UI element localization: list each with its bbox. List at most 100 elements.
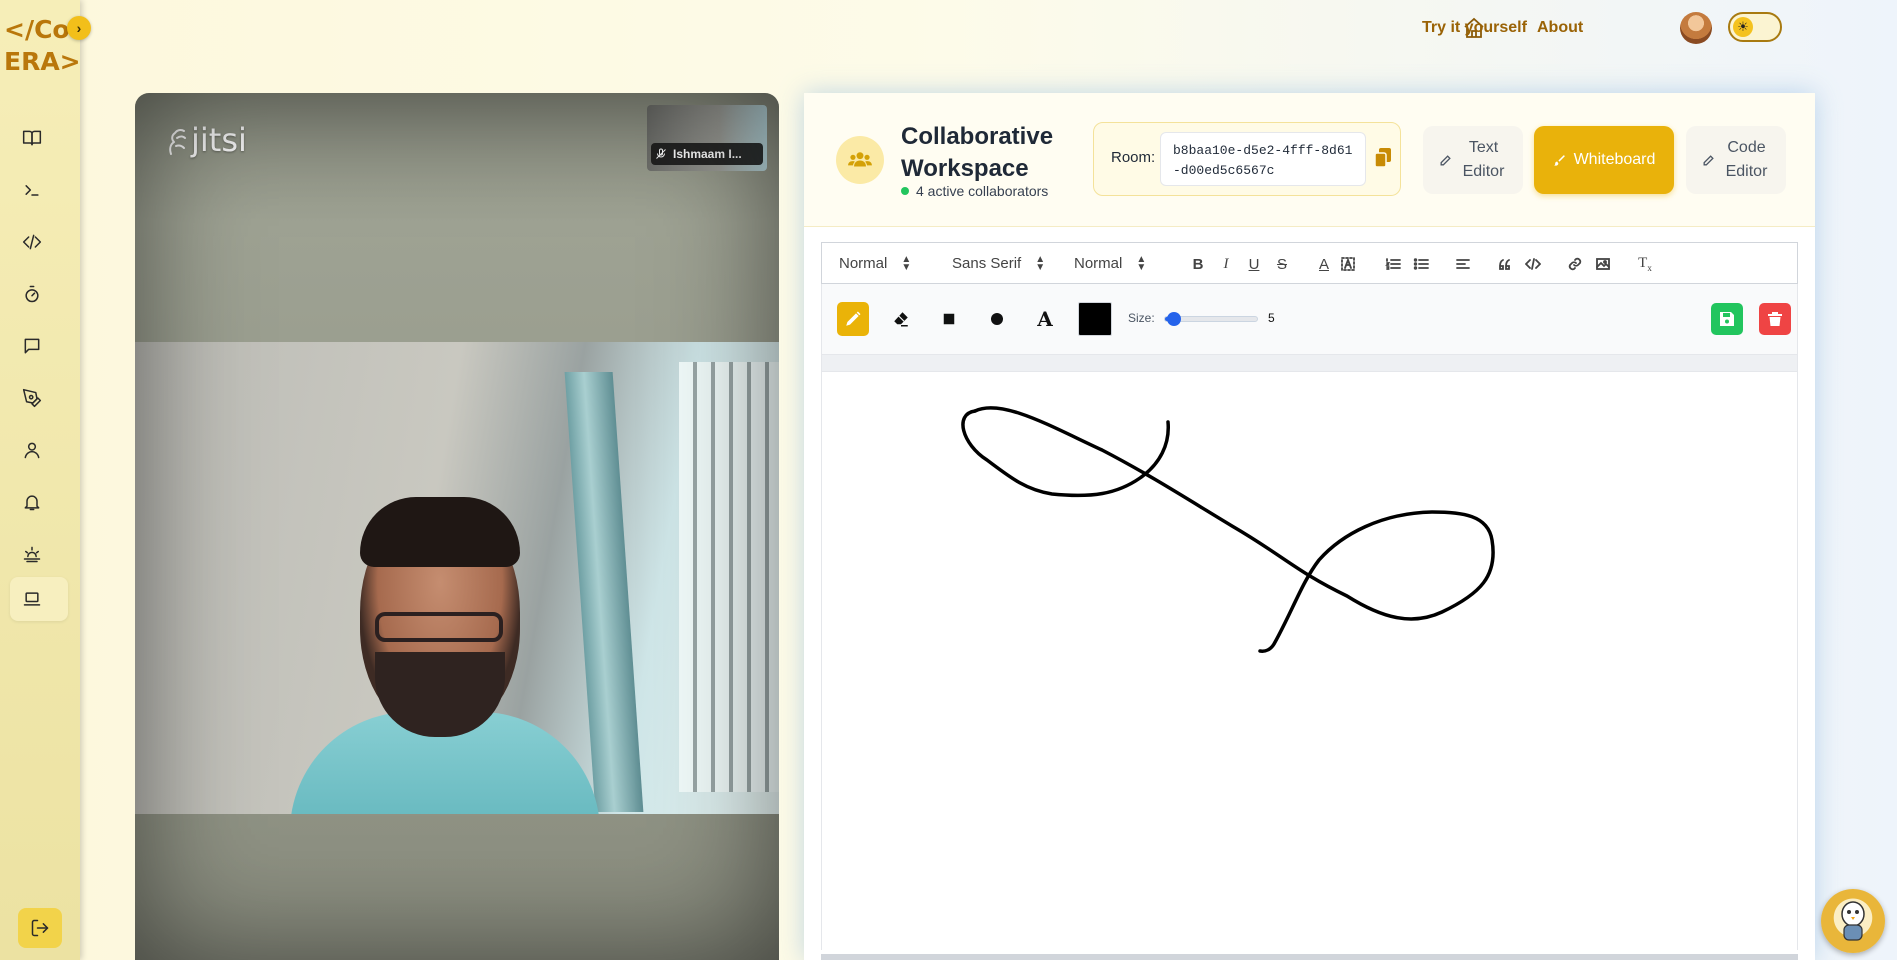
assistant-bot-button[interactable] — [1821, 889, 1885, 953]
bullet-list-icon — [1413, 258, 1429, 270]
chevron-right-icon: › — [76, 20, 82, 36]
save-board-button[interactable] — [1711, 303, 1743, 335]
link-button[interactable] — [1564, 253, 1586, 275]
editor-toolbar: Normal ▲ ▼ Sans Serif ▲ ▼ Normal ▲ ▼ B I U … — [821, 242, 1798, 284]
align-button[interactable] — [1452, 253, 1474, 275]
user-avatar[interactable] — [1680, 12, 1712, 44]
collaborator-count-text: 4 active collaborators — [916, 183, 1049, 199]
logout-button[interactable] — [18, 908, 62, 948]
rectangle-tool-button[interactable] — [933, 302, 965, 336]
sidebar-item-chat[interactable] — [10, 324, 68, 368]
video-call-panel: jitsi Ishmaam I... — [135, 93, 779, 960]
underline-icon: U — [1248, 255, 1260, 273]
room-box: Room: b8baa10e-d5e2-4fff-8d61-d00ed5c656… — [1093, 122, 1401, 196]
sidebar-item-draw[interactable] — [10, 376, 68, 420]
pencil-tool-button[interactable] — [837, 302, 869, 336]
slider-thumb[interactable] — [1167, 312, 1182, 326]
bold-icon: B — [1192, 255, 1204, 273]
blockquote-button[interactable] — [1494, 253, 1516, 275]
logo-line-2: ERA> — [4, 47, 78, 76]
clear-format-icon: Tx — [1638, 255, 1652, 273]
copy-icon — [1374, 148, 1391, 168]
sidebar-item-terminal[interactable] — [10, 168, 68, 212]
header-select[interactable]: Normal ▲ ▼ — [839, 253, 912, 273]
strike-icon: S — [1276, 255, 1287, 273]
pen-tool-icon — [22, 388, 42, 408]
header-select-value: Normal — [839, 255, 888, 272]
sidebar-item-daily[interactable] — [10, 532, 68, 576]
text-tool-button[interactable]: A — [1029, 302, 1061, 336]
select-arrows-icon: ▲ ▼ — [901, 253, 912, 273]
trash-icon — [1768, 312, 1782, 326]
canvas-scrollbar[interactable] — [821, 954, 1798, 960]
whiteboard-canvas[interactable] — [821, 372, 1798, 950]
font-select[interactable]: Sans Serif ▲ ▼ — [952, 253, 1046, 273]
clear-format-button[interactable]: Tx — [1634, 253, 1656, 275]
brush-size-slider[interactable] — [1164, 312, 1258, 326]
align-left-icon — [1456, 259, 1470, 269]
bullet-list-button[interactable] — [1410, 253, 1432, 275]
underline-button[interactable]: U — [1243, 253, 1265, 275]
size-select-value: Normal — [1074, 255, 1123, 272]
code-block-button[interactable] — [1522, 253, 1544, 275]
workspace-header: Collaborative Workspace 4 active collabo… — [804, 93, 1815, 227]
link-icon — [1568, 257, 1582, 271]
theme-toggle[interactable]: ☀ — [1728, 12, 1782, 42]
strike-button[interactable]: S — [1271, 253, 1293, 275]
whiteboard-button[interactable]: Whiteboard — [1534, 126, 1674, 194]
sidebar-item-workspace[interactable] — [10, 577, 68, 621]
whiteboard-label: Whiteboard — [1573, 151, 1656, 168]
select-arrows-icon: ▲ ▼ — [1136, 253, 1147, 273]
workspace-title: Collaborative Workspace — [901, 123, 1054, 182]
sidebar-item-code[interactable] — [10, 220, 68, 264]
copy-room-button[interactable] — [1374, 148, 1394, 168]
nav-link-try-it-yourself[interactable]: Try it yourself — [1422, 19, 1527, 37]
font-select-value: Sans Serif — [952, 255, 1022, 272]
italic-button[interactable]: I — [1215, 253, 1237, 275]
bold-button[interactable]: B — [1187, 253, 1209, 275]
select-arrows-icon: ▲ ▼ — [1035, 253, 1046, 273]
whiteboard-toolbar: A Size: 5 — [821, 284, 1798, 354]
sidebar-item-learn[interactable] — [10, 116, 68, 160]
edit-icon — [1440, 154, 1451, 165]
ordered-list-button[interactable] — [1382, 253, 1404, 275]
laptop-icon — [23, 592, 41, 606]
sidebar-item-notifications[interactable] — [10, 480, 68, 524]
book-icon — [22, 130, 42, 146]
sidebar: </Cod ERA> — [0, 0, 80, 960]
size-select[interactable]: Normal ▲ ▼ — [1074, 253, 1147, 273]
top-navbar: Try it yourself About ☀ — [80, 0, 1897, 56]
timer-icon — [25, 285, 39, 303]
user-icon — [24, 442, 40, 459]
nav-link-about[interactable]: About — [1537, 19, 1583, 37]
clear-board-button[interactable] — [1759, 303, 1791, 335]
sun-icon: ☀ — [1733, 17, 1753, 37]
sunrise-icon — [23, 546, 41, 563]
color-picker[interactable] — [1078, 302, 1112, 336]
size-label: Size: — [1128, 311, 1155, 325]
quote-icon — [1499, 259, 1510, 270]
code-block-icon — [1525, 258, 1541, 270]
collaborative-workspace: Collaborative Workspace 4 active collabo… — [804, 93, 1815, 960]
sidebar-item-profile[interactable] — [10, 428, 68, 472]
highlight-icon — [1341, 257, 1355, 271]
sidebar-item-timer[interactable] — [10, 272, 68, 316]
circle-tool-button[interactable] — [981, 302, 1013, 336]
pencil-icon — [846, 311, 861, 326]
ordered-list-icon — [1385, 258, 1401, 270]
robot-icon — [1841, 901, 1865, 941]
code-editor-button[interactable]: Code Editor — [1686, 126, 1786, 194]
room-id-field[interactable]: b8baa10e-d5e2-4fff-8d61-d00ed5c6567c — [1160, 132, 1366, 186]
background-color-button[interactable] — [1337, 253, 1359, 275]
chat-icon — [24, 338, 40, 354]
terminal-icon — [25, 185, 39, 196]
image-button[interactable] — [1592, 253, 1614, 275]
sidebar-collapse-button[interactable]: › — [67, 16, 91, 40]
square-icon — [943, 313, 955, 325]
image-icon — [1596, 258, 1610, 270]
text-color-button[interactable]: A — [1313, 253, 1335, 275]
size-value: 5 — [1268, 311, 1275, 325]
code-editor-label: Code Editor — [1725, 139, 1768, 180]
text-editor-button[interactable]: Text Editor — [1423, 126, 1523, 194]
eraser-tool-button[interactable] — [885, 302, 917, 336]
